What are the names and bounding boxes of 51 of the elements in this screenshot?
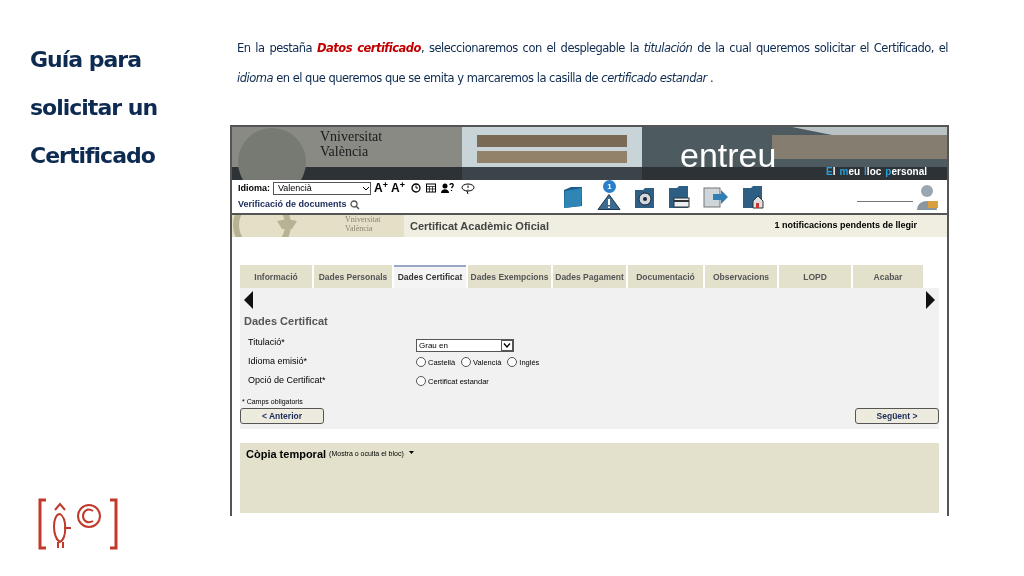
tab[interactable]: Documentació <box>628 265 703 288</box>
user-avatar-icon[interactable] <box>917 183 939 210</box>
tab[interactable]: Dades Exempcions <box>468 265 551 288</box>
field-label: Opció de Certificat* <box>248 373 327 387</box>
tab[interactable]: Dades Personals <box>314 265 392 288</box>
search-icon[interactable] <box>349 199 360 210</box>
panel-title: Còpia temporal <box>246 447 327 462</box>
titulacio-dropdown[interactable]: Grau en <box>416 338 514 352</box>
logo-text: València <box>345 224 374 233</box>
language-label: Idioma: <box>238 181 270 195</box>
slide-title-line: Guía para <box>30 46 143 74</box>
tab[interactable]: Dades Pagament <box>553 265 626 288</box>
caret-icon[interactable] <box>501 339 513 351</box>
user-help-icon[interactable] <box>440 183 454 194</box>
field-label: Titulació* <box>248 335 286 349</box>
logo-icon <box>37 498 119 550</box>
tab[interactable]: Informació <box>240 265 312 288</box>
left-arrow-icon[interactable] <box>244 291 253 309</box>
verification-link[interactable]: Verificació de documents <box>238 198 347 212</box>
input-line[interactable] <box>857 200 913 202</box>
right-arrow-icon[interactable] <box>926 291 935 309</box>
logo-text: València <box>320 144 370 159</box>
folder-card-icon[interactable] <box>668 184 690 209</box>
speech-bubble-icon[interactable] <box>460 182 475 194</box>
folder-house-icon[interactable] <box>742 184 764 209</box>
tab[interactable]: Observacions <box>705 265 777 288</box>
tab[interactable]: Dades Certificat <box>394 265 466 288</box>
slide-title-line: solicitar un <box>30 94 159 122</box>
tab[interactable]: Acabar <box>853 265 923 288</box>
next-button[interactable]: Següent > <box>855 408 939 424</box>
instruction-paragraph: En la pestaña Datos certificado, seleccionaremos con el desplegable la titulación de la cual queremos solicitar el Certificado, el idioma en el que queremos que se emita y marcaremos la casilla de certificado estandar . <box>237 40 948 87</box>
caret-icon[interactable] <box>362 184 370 192</box>
section-heading: Dades Certificat <box>244 314 329 329</box>
document-arrow-icon[interactable] <box>703 184 729 209</box>
logo-text: Vniversitat <box>320 129 383 144</box>
font-size-button[interactable]: A$^{+}$ <box>374 182 388 195</box>
field-label: Idioma emisió* <box>248 354 309 368</box>
page-title: Certificat Acadèmic Oficial <box>410 218 549 234</box>
clock-icon[interactable] <box>410 183 421 194</box>
warning-icon[interactable] <box>597 193 621 210</box>
font-size-button[interactable]: A$^{+}$ <box>390 182 405 195</box>
tagline-text: El meu lloc personal <box>826 165 927 179</box>
previous-button[interactable]: < Anterior <box>240 408 324 424</box>
notification-text: 1 notificacions pendents de llegir <box>774 219 917 233</box>
calendar-icon[interactable] <box>425 183 436 194</box>
caret-icon[interactable] <box>408 451 414 454</box>
brand-logo: entreu <box>680 137 777 173</box>
language-dropdown[interactable]: Valencià <box>273 181 371 195</box>
tab[interactable]: LOPD <box>779 265 851 288</box>
logo-text: Vniversitat <box>345 215 381 224</box>
slide-title-line: Certificado <box>30 142 156 170</box>
